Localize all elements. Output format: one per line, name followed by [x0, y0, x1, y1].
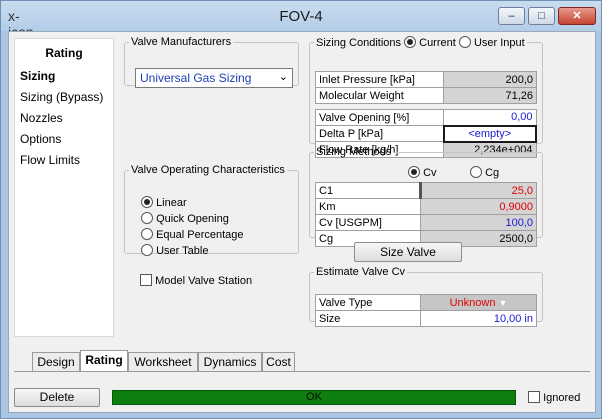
radio-user-input[interactable] [458, 36, 471, 48]
table-row: Valve Type Unknown ▼ [315, 294, 537, 311]
valve-opening-value[interactable]: 0,00 [443, 109, 537, 126]
cv-usgpm-value[interactable]: 100,0 [420, 214, 537, 231]
table-row: C1 25,0 [315, 182, 537, 199]
model-valve-station[interactable]: Model Valve Station [140, 274, 252, 287]
valve-opening-label: Valve Opening [%] [315, 109, 444, 126]
option-user-table[interactable]: User Table [141, 244, 208, 257]
rating-nav-panel: Rating Sizing Sizing (Bypass) Nozzles Op… [14, 38, 114, 337]
km-label: Km [315, 198, 421, 215]
close-button[interactable]: ✕ [558, 7, 596, 25]
option-user-table-label: User Table [156, 245, 209, 257]
size-value[interactable]: 10,00 in [420, 310, 537, 327]
status-bar: OK [112, 390, 516, 405]
km-value[interactable]: 0,9000 [420, 198, 537, 215]
delta-p-label: Delta P [kPa] [315, 125, 444, 142]
ignored-label: Ignored [543, 392, 581, 404]
table-row: Valve Opening [%] 0,00 [315, 109, 537, 126]
current-label: Current [419, 37, 456, 49]
sizing-methods-legend: Sizing Methods [316, 146, 392, 158]
valve-type-select[interactable]: Unknown ▼ [420, 294, 537, 311]
valve-manufacturers-group: Valve Manufacturers Universal Gas Sizing… [124, 36, 299, 88]
ignored-checkbox[interactable] [528, 391, 540, 403]
radio-user-table[interactable] [141, 244, 153, 256]
cv-label: Cv [423, 167, 437, 179]
tab-dynamics[interactable]: Dynamics [198, 352, 262, 372]
size-label: Size [315, 310, 421, 327]
radio-cg[interactable] [470, 166, 482, 178]
operating-characteristics-legend: Valve Operating Characteristics [131, 164, 285, 176]
inlet-pressure-label: Inlet Pressure [kPa] [315, 71, 444, 88]
option-quick-opening-label: Quick Opening [156, 213, 229, 225]
manufacturer-select[interactable]: Universal Gas Sizing ⌄ [135, 68, 293, 88]
method-cv[interactable]: Cv [408, 166, 437, 179]
cv-usgpm-label: Cv [USGPM] [315, 214, 421, 231]
nav-item-options[interactable]: Options [20, 132, 61, 146]
operating-characteristics-group: Valve Operating Characteristics Linear Q… [124, 164, 299, 257]
inlet-pressure-value[interactable]: 200,0 [443, 71, 537, 88]
manufacturer-value: Universal Gas Sizing [140, 71, 252, 85]
sizing-methods-group: Sizing Methods Cv Cg C1 25,0 Km 0,9000 C… [309, 146, 543, 247]
option-linear[interactable]: Linear [141, 196, 187, 209]
molecular-weight-value[interactable]: 71,26 [443, 87, 537, 104]
valve-manufacturers-legend: Valve Manufacturers [131, 36, 232, 48]
size-valve-button[interactable]: Size Valve [354, 242, 462, 262]
option-equal-percentage[interactable]: Equal Percentage [141, 228, 244, 241]
ignored-option[interactable]: Ignored [528, 391, 580, 404]
sizing-conditions-table-1: Inlet Pressure [kPa] 200,0 Molecular Wei… [315, 71, 537, 104]
title-bar[interactable]: x-icon FOV-4 – □ ✕ [1, 1, 601, 40]
estimate-valve-cv-legend: Estimate Valve Cv [316, 266, 406, 278]
valve-type-label: Valve Type [315, 294, 421, 311]
option-equal-percentage-label: Equal Percentage [156, 229, 244, 241]
tab-rating[interactable]: Rating [80, 350, 128, 372]
table-row: Delta P [kPa] <empty> [315, 124, 537, 143]
chevron-down-icon[interactable]: ▼ [499, 298, 508, 308]
nav-item-flow-limits[interactable]: Flow Limits [20, 153, 80, 167]
cg-label: Cg [485, 167, 500, 179]
maximize-button[interactable]: □ [528, 7, 555, 25]
chevron-down-icon[interactable]: ⌄ [279, 70, 288, 83]
client-area: Rating Sizing Sizing (Bypass) Nozzles Op… [8, 31, 596, 413]
c1-label: C1 [315, 182, 421, 199]
model-valve-station-checkbox[interactable] [140, 274, 152, 286]
option-quick-opening[interactable]: Quick Opening [141, 212, 229, 225]
nav-item-sizing-bypass[interactable]: Sizing (Bypass) [20, 90, 103, 104]
table-row: Cv [USGPM] 100,0 [315, 214, 537, 231]
nav-item-nozzles[interactable]: Nozzles [20, 111, 63, 125]
nav-item-sizing[interactable]: Sizing [20, 69, 55, 83]
delete-button[interactable]: Delete [14, 388, 100, 407]
table-row: Size 10,00 in [315, 310, 537, 327]
table-row: Km 0,9000 [315, 198, 537, 215]
radio-linear[interactable] [141, 196, 153, 208]
valve-type-value: Unknown [449, 296, 496, 309]
estimate-table: Valve Type Unknown ▼ Size 10,00 in [315, 294, 537, 327]
sizing-methods-table: C1 25,0 Km 0,9000 Cv [USGPM] 100,0 Cg 25… [315, 182, 537, 247]
tab-design[interactable]: Design [32, 352, 80, 372]
table-row: Inlet Pressure [kPa] 200,0 [315, 71, 537, 88]
radio-cv[interactable] [408, 166, 420, 178]
table-row: Molecular Weight 71,26 [315, 87, 537, 104]
application-window: x-icon FOV-4 – □ ✕ Rating Sizing Sizing … [0, 0, 602, 419]
radio-equal-percentage[interactable] [141, 228, 153, 240]
sizing-conditions-group: Sizing Conditions Current User Input Inl… [309, 36, 543, 158]
sizing-conditions-legend: Sizing Conditions Current User Input [314, 36, 527, 49]
estimate-valve-cv-group: Estimate Valve Cv Valve Type Unknown ▼ S… [309, 266, 543, 327]
tab-divider [14, 371, 590, 372]
molecular-weight-label: Molecular Weight [315, 87, 444, 104]
tab-worksheet[interactable]: Worksheet [128, 352, 198, 372]
sizing-conditions-title: Sizing Conditions [316, 37, 401, 49]
radio-quick-opening[interactable] [141, 212, 153, 224]
radio-current[interactable] [404, 36, 417, 48]
option-linear-label: Linear [156, 197, 187, 209]
c1-value[interactable]: 25,0 [419, 182, 537, 199]
user-input-label: User Input [473, 37, 525, 49]
model-valve-station-label: Model Valve Station [155, 275, 253, 287]
nav-header: Rating [45, 46, 83, 60]
tab-cost[interactable]: Cost [262, 352, 295, 372]
minimize-button[interactable]: – [498, 7, 525, 25]
delta-p-value[interactable]: <empty> [442, 124, 537, 143]
method-cg[interactable]: Cg [470, 166, 499, 179]
